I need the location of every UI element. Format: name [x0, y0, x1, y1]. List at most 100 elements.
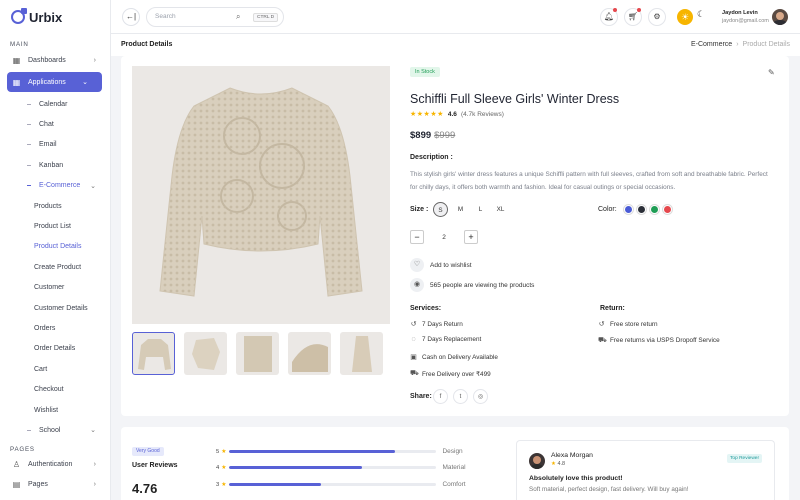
cash-icon: ▣ [410, 354, 417, 361]
color-option-red[interactable] [662, 204, 673, 215]
chevron-down-icon: ⌄ [90, 427, 96, 435]
sidebar-item-ecommerce[interactable]: E-Commerce ⌄ [0, 176, 110, 196]
thumbnail-3[interactable] [236, 332, 279, 375]
service-item: ▣ Cash on Delivery Available [410, 353, 498, 362]
sidebar-item-product-details[interactable]: Product Details [0, 237, 110, 257]
cart-button[interactable]: 🛒︎ [624, 8, 642, 26]
grid-icon: ▦ [12, 55, 21, 65]
sidebar-item-products[interactable]: Products [0, 196, 110, 216]
bar-star-number: 4 [216, 464, 220, 471]
stock-badge: In Stock [410, 67, 440, 77]
wishlist-button[interactable]: ♡ Add to wishlist [410, 258, 472, 272]
dash-icon [27, 164, 31, 166]
sidebar-item-create-product[interactable]: Create Product [0, 257, 110, 277]
sidebar-item-orders[interactable]: Orders [0, 318, 110, 338]
chevron-down-icon: ⌄ [82, 79, 88, 86]
star-icon: ★ [221, 448, 227, 455]
sweater-image [159, 87, 363, 297]
light-mode-button[interactable]: ☀ [677, 9, 693, 25]
user-icon: ♙ [12, 460, 21, 470]
sidebar-item-label: Chat [39, 121, 54, 129]
user-reviews-title: User Reviews [132, 462, 178, 469]
apps-icon: ▦ [12, 77, 21, 87]
twitter-icon[interactable]: t [453, 389, 468, 404]
sidebar-item-label: School [39, 426, 61, 434]
bar-label: Design [442, 448, 463, 455]
color-option-green[interactable] [649, 204, 660, 215]
sidebar-item-cart[interactable]: Cart [0, 359, 110, 379]
color-option-blue[interactable] [623, 204, 634, 215]
sidebar-item-dashboards[interactable]: ▦ Dashboards › [0, 50, 110, 70]
sidebar-item-customer-details[interactable]: Customer Details [0, 298, 110, 318]
sidebar-item-email[interactable]: Email [0, 135, 110, 155]
top-reviewer-badge: Top Reviewer [727, 454, 763, 463]
decrement-button[interactable]: − [410, 230, 424, 244]
breadcrumb-ecommerce[interactable]: E-Commerce [691, 41, 732, 48]
rating-badge: Very Good [132, 447, 164, 456]
user-info[interactable]: Jaydon Levin jaydon@gmail.com [722, 9, 769, 25]
thumbnail-5[interactable] [340, 332, 383, 375]
facebook-icon[interactable]: f [433, 389, 448, 404]
rating-value: 4.6 [447, 110, 457, 118]
notification-button[interactable]: 🔔︎ [600, 8, 618, 26]
brand-logo[interactable]: Urbix [0, 0, 110, 34]
bar-fill [229, 449, 396, 454]
return-text: Free store return [610, 320, 658, 328]
color-selector [623, 204, 673, 215]
product-main-image [132, 66, 390, 324]
settings-button[interactable]: ⚙ [648, 8, 666, 26]
sidebar-item-product-list[interactable]: Product List [0, 216, 110, 236]
size-option-s[interactable]: S [433, 202, 448, 217]
dark-mode-button[interactable]: ☾ [697, 9, 705, 20]
dash-icon [27, 144, 31, 146]
search-input[interactable]: Search ⌕ CTRL D [146, 7, 284, 27]
chevron-right-icon: › [93, 481, 96, 489]
sidebar-item-customer[interactable]: Customer [0, 278, 110, 298]
size-option-l[interactable]: L [473, 202, 488, 217]
search-placeholder: Search [155, 13, 176, 20]
sidebar-item-applications[interactable]: ▦ Applications ⌄ [7, 72, 102, 92]
sidebar-item-label: Email [39, 141, 57, 149]
user-email: jaydon@gmail.com [722, 18, 769, 24]
dribbble-icon[interactable]: ◎ [473, 389, 488, 404]
return-item: ⛟ Free returns via USPS Dropoff Service [598, 336, 720, 345]
size-option-m[interactable]: M [453, 202, 468, 217]
color-label: Color: [598, 206, 617, 213]
topbar: ←| Search ⌕ CTRL D 🔔︎ 🛒︎ ⚙ ☀ ☾ Jaydon Le… [111, 0, 800, 34]
service-text: 7 Days Return [422, 320, 463, 328]
chevron-right-icon: › [93, 56, 96, 64]
sidebar-item-label: Checkout [34, 386, 64, 394]
cart-icon: 🛒︎ [627, 12, 639, 21]
sidebar-item-pages[interactable]: ▤ Pages › [0, 475, 110, 495]
quantity-input[interactable]: 2 [424, 234, 464, 241]
sidebar-item-checkout[interactable]: Checkout [0, 379, 110, 399]
sidebar-item-school[interactable]: School ⌄ [0, 420, 110, 440]
edit-icon[interactable]: ✎ [768, 68, 775, 77]
color-option-black[interactable] [636, 204, 647, 215]
sidebar-item-wishlist[interactable]: Wishlist [0, 400, 110, 420]
sidebar-item-label: Wishlist [34, 406, 59, 414]
chevron-right-icon: › [93, 461, 96, 469]
thumbnail-4[interactable] [288, 332, 331, 375]
sidebar-item-authentication[interactable]: ♙ Authentication › [0, 455, 110, 475]
service-item: ◌ 7 Days Replacement [410, 336, 481, 343]
star-icon: ★ [551, 461, 556, 467]
thumbnail-2[interactable] [184, 332, 227, 375]
sidebar-item-label: Calendar [39, 100, 68, 108]
viewers-label: 565 people are viewing the products [430, 281, 535, 289]
sidebar-toggle-button[interactable]: ←| [122, 8, 140, 26]
thumbnail-1[interactable] [132, 332, 175, 375]
replace-icon: ◌ [411, 336, 416, 343]
sidebar-item-chat[interactable]: Chat [0, 114, 110, 134]
sidebar-item-label: Product List [34, 223, 71, 231]
breadcrumb: E-Commerce › Product Details [691, 41, 790, 48]
avatar[interactable] [772, 9, 788, 25]
increment-button[interactable]: + [464, 230, 478, 244]
thumbnail-image [138, 339, 171, 370]
wishlist-label: Add to wishlist [430, 261, 472, 269]
sidebar-item-order-details[interactable]: Order Details [0, 339, 110, 359]
size-option-xl[interactable]: XL [493, 202, 508, 217]
sidebar-item-kanban[interactable]: Kanban [0, 155, 110, 175]
sidebar-item-calendar[interactable]: Calendar [0, 94, 110, 114]
return-item: ↺ Free store return [598, 320, 658, 329]
